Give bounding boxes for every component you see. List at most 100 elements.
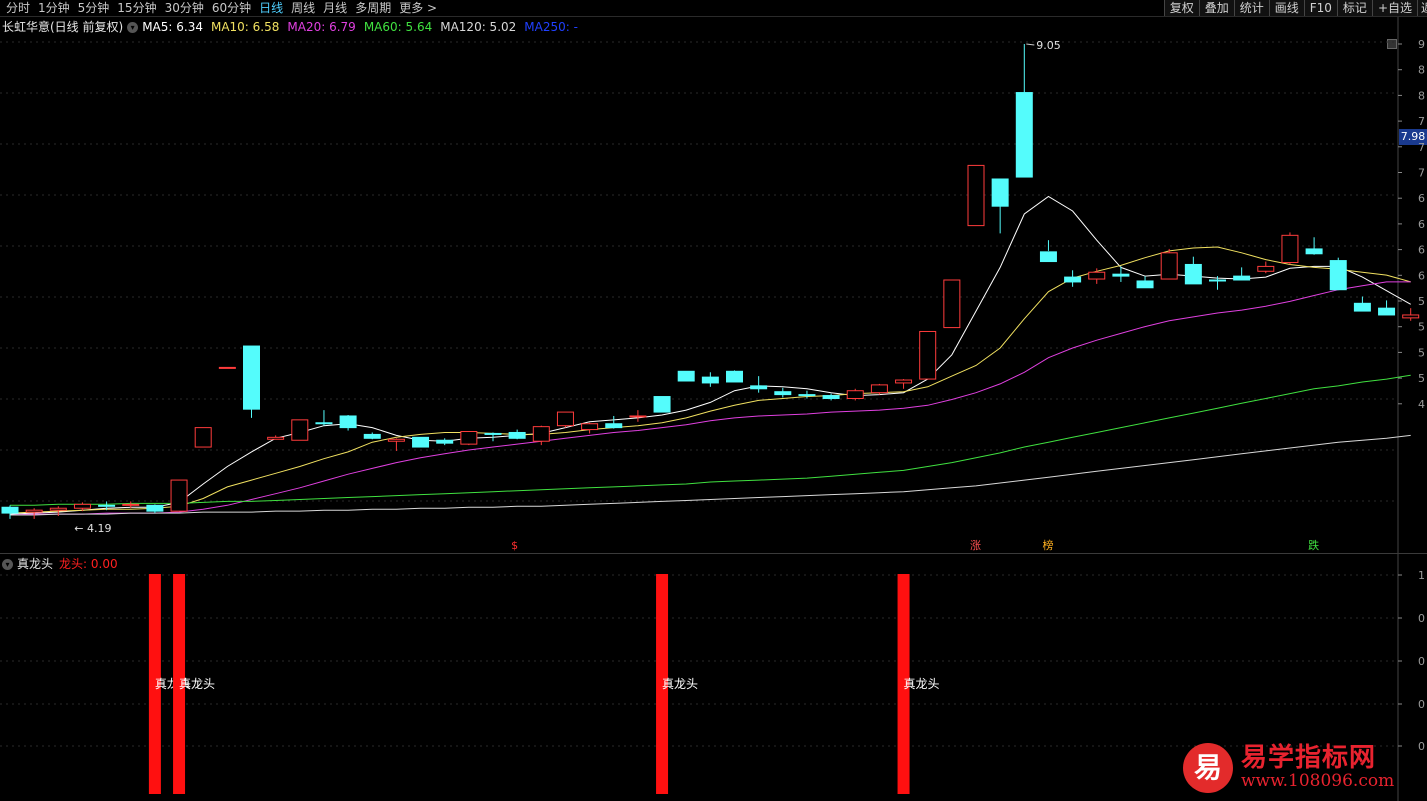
site-watermark: 易 易学指标网 www.108096.com (1183, 731, 1413, 795)
candle-body[interactable] (436, 439, 454, 444)
candle-body[interactable] (1257, 265, 1275, 272)
candle-body[interactable] (363, 433, 381, 439)
candle-body[interactable] (1209, 279, 1226, 282)
toolbar-button-3[interactable]: 画线 (1268, 0, 1304, 16)
candle-body[interactable] (1088, 271, 1106, 280)
tab-9[interactable]: 多周期 (351, 0, 395, 16)
candle-body[interactable] (605, 423, 623, 429)
candle-body[interactable] (243, 345, 260, 410)
candle-body[interactable] (1112, 273, 1130, 277)
toolbar-button-0[interactable]: 复权 (1163, 0, 1199, 16)
sub-y-tick-label: 0 (1418, 655, 1425, 668)
indicator-panel[interactable]: ▾ 真龙头 龙头: 0.00 1 0 0 0 0 真龙头 真龙头 真龙头 真龙头 易 易学指标网… (0, 553, 1427, 801)
candle-body[interactable] (1064, 276, 1082, 283)
candle-body[interactable] (291, 419, 309, 441)
candle-body[interactable] (726, 370, 743, 383)
period-toolbar: 分时 1分钟 5分钟 15分钟 30分钟 60分钟 日线 周线 月线 多周期 更多 > 复权 叠加 统计… (0, 0, 1427, 17)
candle-body[interactable] (25, 509, 43, 513)
kline-panel[interactable]: 长虹华意(日线 前复权) ▾ MA5: 6.34 MA10: 6.58 MA20: … (0, 17, 1427, 553)
tab-3[interactable]: 15分钟 (113, 0, 160, 16)
candle-body[interactable] (846, 390, 864, 399)
toolbar-button-4[interactable]: F10 (1303, 0, 1337, 16)
tab-6[interactable]: 日线 (255, 0, 287, 16)
candle-body[interactable] (1184, 263, 1202, 285)
watermark-logo-icon: 易 (1183, 743, 1233, 793)
candle-body[interactable] (556, 411, 574, 427)
tab-8[interactable]: 月线 (319, 0, 351, 16)
high-arrow (1026, 43, 1035, 46)
candle-body[interactable] (1353, 302, 1371, 312)
candle-body[interactable] (1305, 248, 1323, 255)
candle-body[interactable] (218, 366, 236, 369)
event-marker-0[interactable]: $ (511, 539, 518, 552)
candle-body[interactable] (1136, 280, 1154, 289)
candle-body[interactable] (146, 504, 164, 512)
toolbar-button-2[interactable]: 统计 (1233, 0, 1269, 16)
toolbar-button-5[interactable]: 标记 (1336, 0, 1372, 16)
y-tick-label: 6 (1418, 269, 1425, 282)
tab-5[interactable]: 60分钟 (208, 0, 255, 16)
candle-body[interactable] (677, 370, 695, 382)
candle-body[interactable] (387, 438, 405, 442)
candle-body[interactable] (798, 394, 816, 397)
tab-0[interactable]: 分时 (2, 0, 34, 16)
candle-body[interactable] (484, 432, 502, 435)
tab-10[interactable]: 更多 > (395, 0, 441, 16)
tab-1[interactable]: 1分钟 (34, 0, 74, 16)
candle-body[interactable] (412, 436, 430, 448)
candle-body[interactable] (1039, 251, 1057, 263)
toolbar-button-1[interactable]: 叠加 (1198, 0, 1234, 16)
candle-body[interactable] (315, 422, 333, 425)
event-marker-2[interactable]: 榜 (1042, 538, 1053, 552)
y-tick-label: 6 (1418, 244, 1425, 257)
candle-body[interactable] (460, 431, 478, 445)
y-tick-label: 9 (1418, 38, 1425, 51)
tab-7[interactable]: 周线 (287, 0, 319, 16)
watermark-title: 易学指标网 (1241, 743, 1377, 773)
candle-body[interactable] (629, 415, 647, 418)
toolbar-button-6[interactable]: +自选 (1371, 0, 1417, 16)
candle-body[interactable] (750, 385, 768, 390)
candle-body[interactable] (895, 379, 913, 384)
candle-body[interactable] (1160, 252, 1178, 280)
candle-body[interactable] (1281, 234, 1299, 264)
candle-body[interactable] (339, 415, 357, 429)
ma-line-ma20 (9, 281, 1411, 516)
signal-label: 真龙头 (662, 677, 698, 691)
y-tick-label: 6 (1418, 218, 1425, 231)
tab-2[interactable]: 5分钟 (74, 0, 114, 16)
candle-body[interactable] (122, 503, 140, 506)
kline-chart[interactable]: 9 8 8 7 7 7 6 6 6 6 5 5 5 5 4 9.05 ← 4.19 $ 涨 榜 跌 (0, 17, 1427, 553)
candle-body[interactable] (1402, 314, 1420, 319)
candle-body[interactable] (991, 178, 1009, 207)
sub-y-tick-label: 0 (1418, 740, 1425, 753)
candle-body[interactable] (581, 423, 599, 431)
candle-body[interactable] (1015, 92, 1033, 178)
candle-body[interactable] (194, 427, 212, 448)
candle-body[interactable] (1378, 307, 1396, 316)
signal-label: 真龙头 (179, 677, 215, 691)
candle-body[interactable] (822, 395, 840, 399)
candle-body[interactable] (73, 503, 91, 509)
candle-body[interactable] (508, 431, 526, 439)
candle-body[interactable] (943, 279, 961, 329)
candle-body[interactable] (967, 164, 985, 227)
tab-4[interactable]: 30分钟 (161, 0, 208, 16)
candle-body[interactable] (532, 426, 550, 442)
candle-body[interactable] (870, 384, 888, 394)
candle-body[interactable] (170, 479, 188, 512)
candle-body[interactable] (774, 391, 792, 396)
event-marker-1[interactable]: 涨 (970, 539, 981, 552)
candle-body[interactable] (701, 376, 719, 384)
candle-body[interactable] (98, 504, 116, 507)
candle-body[interactable] (49, 507, 67, 511)
candle-body[interactable] (1, 506, 19, 514)
candle-body[interactable] (919, 330, 937, 380)
candle-body[interactable] (653, 396, 671, 413)
candle-body[interactable] (267, 436, 285, 440)
candle-body[interactable] (1329, 260, 1347, 291)
sub-y-tick-label: 0 (1418, 698, 1425, 711)
candle-body[interactable] (1233, 275, 1251, 281)
event-marker-3[interactable]: 跌 (1308, 538, 1319, 552)
toolbar-button-7[interactable]: 返 (1417, 0, 1427, 16)
